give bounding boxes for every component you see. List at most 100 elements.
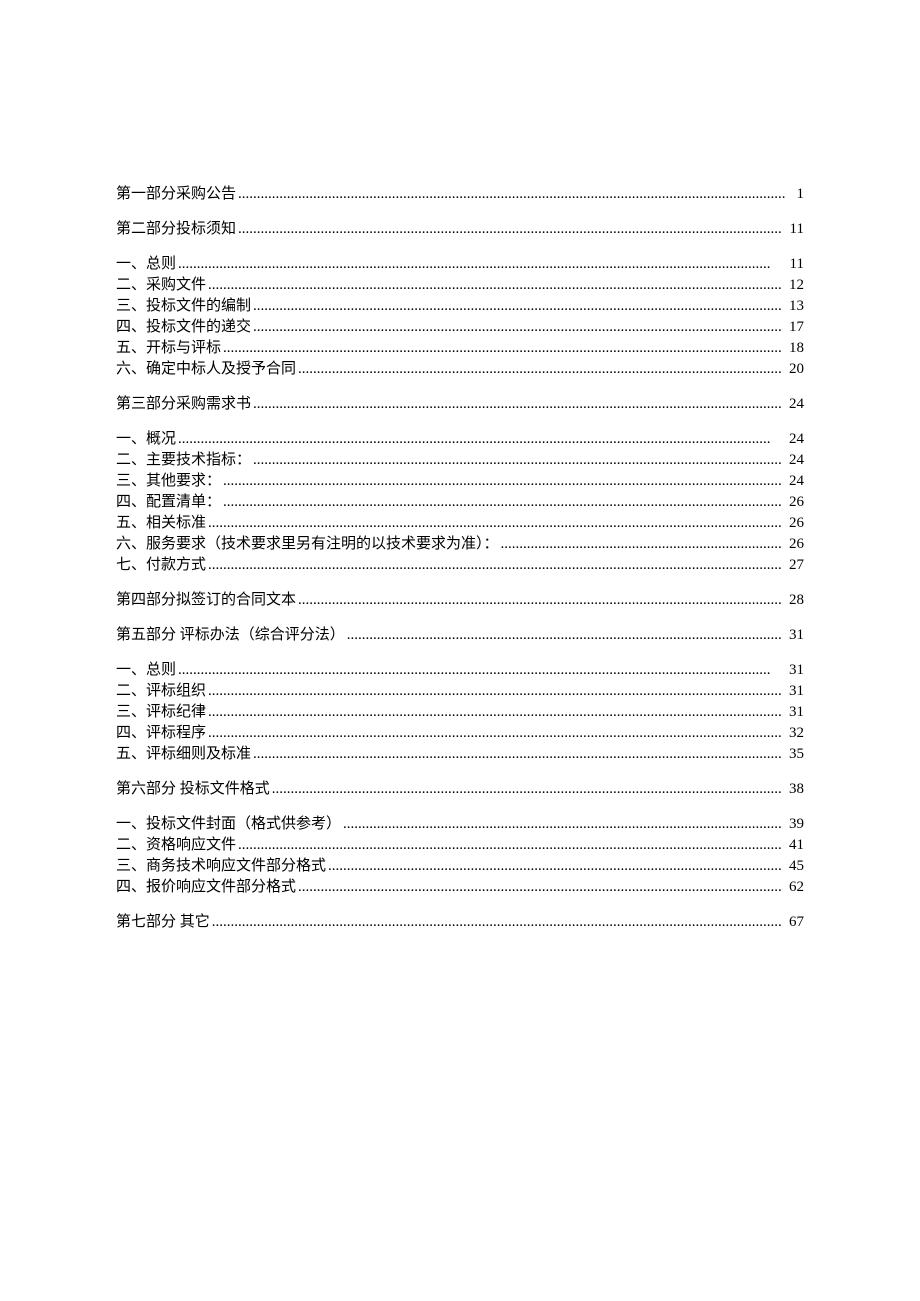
toc-entry: 七、付款方式 27 — [116, 555, 804, 576]
toc-entry-title: 第三部分采购需求书 — [116, 394, 251, 415]
toc-leader-dots — [272, 779, 782, 800]
toc-entry: 四、投标文件的递交17 — [116, 317, 804, 338]
toc-entry-page: 18 — [784, 338, 804, 359]
toc-entry-page: 31 — [784, 702, 804, 723]
toc-leader-dots — [501, 534, 782, 555]
toc-entry: 六、服务要求（技术要求里另有注明的以技术要求为准）：26 — [116, 534, 804, 555]
toc-leader-dots — [298, 359, 782, 380]
toc-entry-title: 五、评标细则及标准 — [116, 744, 251, 765]
toc-entry-title: 七、付款方式 — [116, 555, 206, 576]
toc-entry: 一、总则 31 — [116, 660, 804, 681]
toc-leader-dots — [253, 450, 782, 471]
toc-entry: 第四部分拟签订的合同文本28 — [116, 590, 804, 611]
toc-entry-page: 38 — [784, 779, 804, 800]
toc-leader-dots — [178, 429, 782, 450]
toc-entry: 五、相关标准 26 — [116, 513, 804, 534]
toc-leader-dots — [212, 912, 782, 933]
toc-entry-title: 第六部分 投标文件格式 — [116, 779, 270, 800]
toc-entry-title: 第七部分 其它 — [116, 912, 210, 933]
toc-entry-title: 一、概况 — [116, 429, 176, 450]
toc-entry-page: 31 — [784, 681, 804, 702]
toc-entry: 一、概况24 — [116, 429, 804, 450]
toc-entry-title: 四、配置清单： — [116, 492, 221, 513]
toc-leader-dots — [238, 219, 782, 240]
toc-leader-dots — [223, 471, 782, 492]
toc-entry-page: 24 — [784, 450, 804, 471]
toc-entry-page: 35 — [784, 744, 804, 765]
toc-leader-dots — [178, 254, 782, 275]
toc-entry: 三、其他要求：24 — [116, 471, 804, 492]
toc-leader-dots — [253, 296, 782, 317]
toc-leader-dots — [347, 625, 782, 646]
toc-entry-title: 四、评标程序 — [116, 723, 206, 744]
toc-entry-page: 31 — [784, 660, 804, 681]
toc-entry-title: 二、主要技术指标： — [116, 450, 251, 471]
toc-leader-dots — [178, 660, 782, 681]
toc-leader-dots — [208, 723, 782, 744]
toc-entry: 二、主要技术指标： 24 — [116, 450, 804, 471]
toc-entry: 第六部分 投标文件格式 38 — [116, 779, 804, 800]
toc-leader-dots — [328, 856, 782, 877]
toc-entry-page: 11 — [784, 219, 804, 240]
toc-entry-title: 四、投标文件的递交 — [116, 317, 251, 338]
toc-leader-dots — [223, 338, 782, 359]
toc-leader-dots — [208, 275, 782, 296]
toc-leader-dots — [208, 513, 782, 534]
toc-entry-page: 32 — [784, 723, 804, 744]
toc-leader-dots — [223, 492, 782, 513]
toc-entry: 一、投标文件封面（格式供参考） 39 — [116, 814, 804, 835]
toc-leader-dots — [298, 590, 782, 611]
toc-entry: 第二部分投标须知 11 — [116, 219, 804, 240]
toc-entry: 一、总则11 — [116, 254, 804, 275]
toc-leader-dots — [298, 877, 782, 898]
toc-entry-page: 26 — [784, 492, 804, 513]
toc-leader-dots — [253, 394, 782, 415]
toc-entry-page: 26 — [784, 534, 804, 555]
toc-entry-page: 27 — [784, 555, 804, 576]
toc-leader-dots — [343, 814, 782, 835]
toc-entry-title: 五、相关标准 — [116, 513, 206, 534]
toc-entry-page: 67 — [784, 912, 804, 933]
toc-entry-page: 31 — [784, 625, 804, 646]
toc-entry-page: 39 — [784, 814, 804, 835]
toc-entry: 五、评标细则及标准 35 — [116, 744, 804, 765]
toc-entry: 第五部分 评标办法（综合评分法）31 — [116, 625, 804, 646]
toc-entry-page: 12 — [784, 275, 804, 296]
toc-entry-title: 第二部分投标须知 — [116, 219, 236, 240]
toc-entry-title: 三、投标文件的编制 — [116, 296, 251, 317]
toc-entry: 四、配置清单： 26 — [116, 492, 804, 513]
toc-entry: 三、商务技术响应文件部分格式 45 — [116, 856, 804, 877]
toc-entry: 二、资格响应文件 41 — [116, 835, 804, 856]
toc-entry-title: 六、确定中标人及授予合同 — [116, 359, 296, 380]
toc-entry-page: 20 — [784, 359, 804, 380]
toc-entry-title: 一、总则 — [116, 254, 176, 275]
toc-entry-page: 26 — [784, 513, 804, 534]
toc-entry: 三、评标纪律 31 — [116, 702, 804, 723]
toc-entry-title: 三、评标纪律 — [116, 702, 206, 723]
toc-leader-dots — [208, 681, 782, 702]
toc-entry: 六、确定中标人及授予合同 20 — [116, 359, 804, 380]
toc-leader-dots — [208, 702, 782, 723]
toc-entry: 四、报价响应文件部分格式62 — [116, 877, 804, 898]
toc-entry-title: 二、资格响应文件 — [116, 835, 236, 856]
toc-entry-title: 第一部分采购公告 — [116, 184, 236, 205]
toc-entry-title: 二、评标组织 — [116, 681, 206, 702]
toc-entry-page: 28 — [784, 590, 804, 611]
toc-entry-title: 一、投标文件封面（格式供参考） — [116, 814, 341, 835]
toc-entry-title: 五、开标与评标 — [116, 338, 221, 359]
toc-entry-title: 二、采购文件 — [116, 275, 206, 296]
toc-entry-page: 1 — [788, 184, 804, 205]
toc-entry-page: 45 — [784, 856, 804, 877]
toc-leader-dots — [238, 184, 786, 205]
toc-leader-dots — [253, 317, 782, 338]
toc-leader-dots — [208, 555, 782, 576]
toc-entry: 二、评标组织 31 — [116, 681, 804, 702]
toc-entry-page: 13 — [784, 296, 804, 317]
toc-entry-title: 三、商务技术响应文件部分格式 — [116, 856, 326, 877]
table-of-contents: 第一部分采购公告 1 第二部分投标须知 11 一、总则11二、采购文件 12 三、投标文件的… — [116, 184, 804, 933]
toc-entry-title: 一、总则 — [116, 660, 176, 681]
toc-entry-page: 41 — [784, 835, 804, 856]
toc-entry: 第七部分 其它 67 — [116, 912, 804, 933]
toc-entry: 四、评标程序 32 — [116, 723, 804, 744]
toc-entry-title: 四、报价响应文件部分格式 — [116, 877, 296, 898]
